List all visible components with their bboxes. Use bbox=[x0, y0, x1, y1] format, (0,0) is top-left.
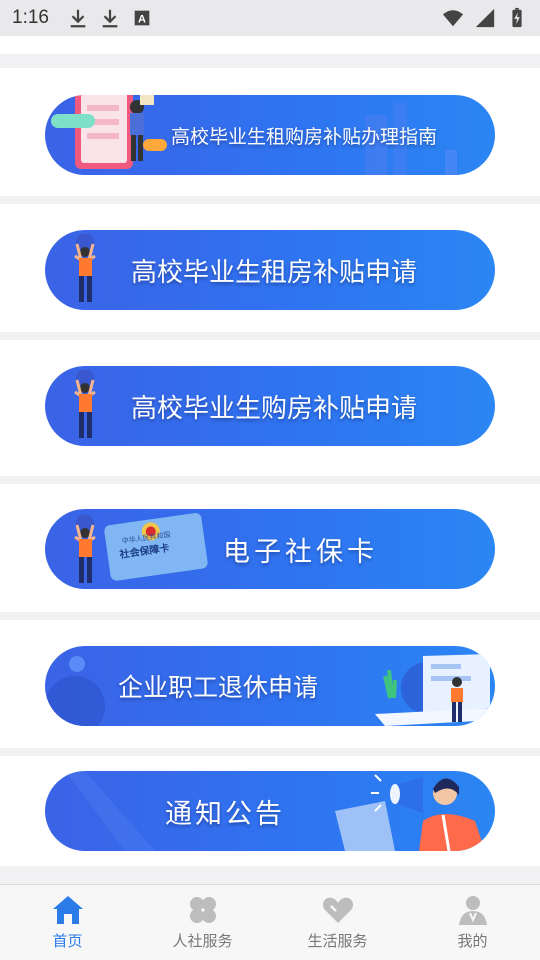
banner-card-retirement: 企业职工退休申请 bbox=[0, 620, 540, 748]
banner-retirement-label: 企业职工退休申请 bbox=[118, 673, 319, 702]
svg-text:A: A bbox=[138, 14, 146, 26]
nav-label-life-services: 生活服务 bbox=[307, 932, 368, 950]
signal-icon bbox=[475, 8, 495, 28]
top-strip bbox=[0, 36, 540, 54]
person-icon bbox=[74, 370, 96, 438]
download-icon bbox=[102, 9, 118, 28]
nav-item-mine[interactable]: 我的 bbox=[405, 885, 540, 960]
banner-guide-button[interactable]: 高校毕业生租购房补贴办理指南 bbox=[45, 95, 495, 175]
wifi-icon bbox=[442, 10, 464, 27]
home-icon bbox=[52, 896, 83, 924]
banner-purchase-button[interactable]: 高校毕业生购房补贴申请 bbox=[45, 366, 495, 446]
banner-card-guide: 高校毕业生租购房补贴办理指南 bbox=[0, 68, 540, 196]
banner-card-rent: 高校毕业生租房补贴申请 bbox=[0, 204, 540, 332]
status-bar: 1:16 A bbox=[0, 0, 540, 36]
banner-social-card-label: 电子社保卡 bbox=[223, 536, 378, 568]
nav-label-home: 首页 bbox=[52, 932, 83, 950]
nav-item-hr-services[interactable]: 人社服务 bbox=[135, 885, 270, 960]
nav-label-mine: 我的 bbox=[457, 932, 488, 950]
person-icon bbox=[74, 234, 96, 302]
banner-card-purchase: 高校毕业生购房补贴申请 bbox=[0, 340, 540, 476]
nav-item-life-services[interactable]: 生活服务 bbox=[270, 885, 405, 960]
bottom-nav: 首页 人社服务 生活服务 我的 bbox=[0, 884, 540, 960]
banner-notice-label: 通知公告 bbox=[165, 798, 285, 830]
user-icon bbox=[458, 896, 487, 925]
clover-icon bbox=[189, 897, 216, 923]
banner-guide-label: 高校毕业生租购房补贴办理指南 bbox=[171, 125, 438, 148]
heart-icon bbox=[322, 897, 353, 923]
banner-rent-button[interactable]: 高校毕业生租房补贴申请 bbox=[45, 230, 495, 310]
banner-notice-button[interactable]: 通知公告 bbox=[45, 771, 495, 851]
banner-card-social-card: 中华人民共和国 社会保障卡 电子社保卡 bbox=[0, 484, 540, 612]
battery-charging-icon bbox=[512, 7, 522, 28]
nav-item-home[interactable]: 首页 bbox=[0, 885, 135, 960]
status-time: 1:16 bbox=[12, 7, 49, 28]
download-icon bbox=[70, 9, 86, 28]
banner-retirement-button[interactable]: 企业职工退休申请 bbox=[45, 646, 495, 726]
nav-label-hr-services: 人社服务 bbox=[172, 932, 233, 950]
banner-rent-label: 高校毕业生租房补贴申请 bbox=[131, 257, 418, 288]
a-box-icon: A bbox=[134, 10, 150, 26]
banner-card-notice: 通知公告 bbox=[0, 756, 540, 866]
social-card-illustration: 中华人民共和国 社会保障卡 bbox=[74, 513, 208, 583]
banner-purchase-label: 高校毕业生购房补贴申请 bbox=[131, 393, 418, 424]
banner-social-card-button[interactable]: 中华人民共和国 社会保障卡 电子社保卡 bbox=[45, 509, 495, 589]
